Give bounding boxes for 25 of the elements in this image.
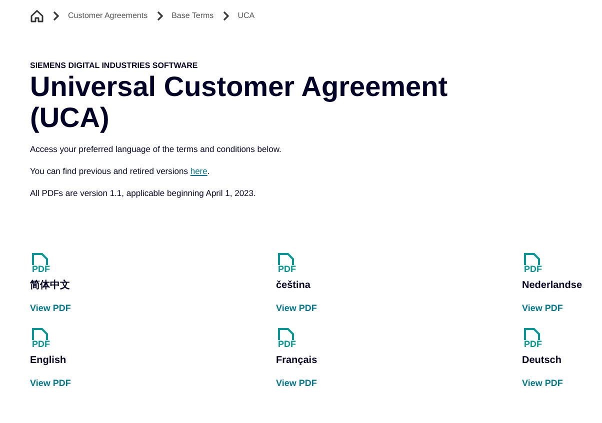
version-note: All PDFs are version 1.1, applicable beginning April 1, 2023. (30, 187, 257, 199)
language-name: Français (276, 354, 318, 368)
language-name: Deutsch (522, 354, 562, 368)
language-name: Nederlandse (522, 279, 582, 293)
here-link[interactable]: here (190, 166, 208, 176)
view-pdf-link[interactable]: View PDF (30, 302, 71, 314)
breadcrumb-link[interactable]: UCA (238, 10, 255, 22)
breadcrumb-link[interactable]: Customer Agreements (68, 10, 148, 22)
view-pdf-link[interactable]: View PDF (522, 377, 563, 389)
versions-text: You can find previous and retired versions here. (30, 165, 211, 177)
view-pdf-link[interactable]: View PDF (522, 302, 563, 314)
page-title: Universal Customer Agreement (UCA) (30, 71, 449, 133)
intro-text: Access your preferred language of the terms and conditions below. (30, 143, 282, 155)
chevron-icon (222, 11, 230, 21)
breadcrumb-link[interactable]: Base Terms (172, 10, 214, 22)
chevron-icon (156, 11, 164, 21)
view-pdf-link[interactable]: View PDF (276, 302, 317, 314)
language-name: 简体中文 (30, 279, 70, 293)
language-name: English (30, 354, 66, 368)
view-pdf-link[interactable]: View PDF (276, 377, 317, 389)
eyebrow-label: SIEMENS DIGITAL INDUSTRIES SOFTWARE (30, 61, 199, 71)
home-icon[interactable] (30, 9, 44, 23)
view-pdf-link[interactable]: View PDF (30, 377, 71, 389)
language-name: čeština (276, 279, 310, 293)
chevron-icon (52, 11, 60, 21)
